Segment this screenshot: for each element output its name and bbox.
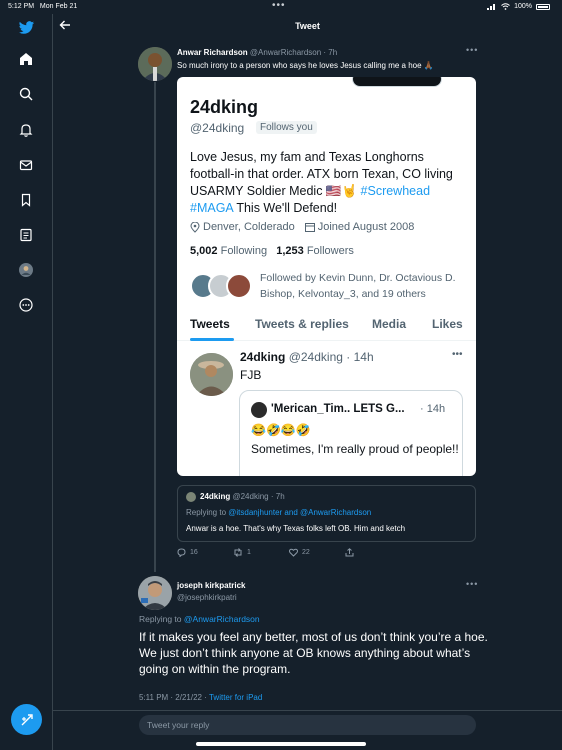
reply-count: 16 [190,549,198,556]
bookmarks-icon[interactable] [17,191,35,209]
author-name[interactable]: Anwar Richardson [177,48,248,57]
reply-timestamp: 5:11 PM · 2/21/22 · Twitter for iPad [139,693,263,702]
sidebar [0,14,53,750]
messages-mail-icon[interactable] [17,156,35,174]
reply-icon [177,548,186,557]
inner-tweet-author-line: 24dking @24dking · 14h [240,350,374,364]
like-action[interactable]: 22 [289,548,310,557]
reply-author-handle[interactable]: @josephkirkpatri [177,593,237,602]
retweet-count: 1 [247,549,251,556]
more-options-icon[interactable] [17,296,35,314]
quoted-author-name: 'Merican_Tim.. LETS G... [271,403,405,415]
tab-likes: Likes [432,317,463,331]
follower-avatar-3 [226,273,252,299]
multitasking-dots[interactable]: ••• [272,0,286,11]
explore-search-icon[interactable] [17,85,35,103]
location-icon [190,221,200,233]
avatar-joseph[interactable] [138,576,172,610]
heart-icon [289,548,298,557]
lists-icon[interactable] [17,226,35,244]
reply-author-name[interactable]: joseph kirkpatrick [177,581,245,590]
compose-tweet-button[interactable] [11,704,42,735]
tab-tweets-replies: Tweets & replies [255,317,349,331]
battery-percent: 100% [514,3,532,10]
thread-connector-line [154,82,156,572]
tweet-text: So much irony to a person who says he lo… [177,61,434,70]
inner-tweet-more-icon: ••• [452,349,463,360]
screenshot-bio: Love Jesus, my fam and Texas Longhorns f… [190,150,453,215]
share-icon [345,548,354,557]
profile-location: Denver, Colderado [203,221,295,233]
tweet-reply-input[interactable]: Tweet your reply [139,715,476,735]
calendar-icon [304,223,315,232]
twitter-logo-icon[interactable] [17,19,35,37]
active-tab-indicator [190,338,234,341]
home-indicator[interactable] [196,742,366,746]
quoted-author-avatar [186,492,196,502]
share-action[interactable] [345,548,354,557]
tab-media: Media [372,317,407,331]
screenshot-follow-stats: 5,002 Following 1,253 Followers [190,245,354,257]
tab-tweets: Tweets [190,317,230,331]
tweet-actions: 16 1 22 [177,548,477,560]
screenshot-profile-tabs: Tweets Tweets & replies Media Likes [177,315,476,341]
replying-to-user-link[interactable]: @AnwarRichardson [184,614,260,624]
quoted-emoji: 😂🤣😂🤣 [251,423,311,437]
status-time: 5:12 PM Mon Feb 21 [8,3,78,10]
quoted-author-line: 24dking @24dking · 7h [200,492,285,501]
retweet-icon [234,548,242,557]
reply-action[interactable]: 16 [177,548,198,557]
reply-text: If it makes you feel any better, most of… [139,630,488,676]
quoted-text: Anwar is a hoe. That's why Texas folks l… [186,524,406,533]
reply-more-icon[interactable]: ••• [466,579,478,589]
status-bar: 5:12 PM Mon Feb 21 ••• 100% [0,0,562,14]
profile-avatar-icon[interactable] [17,261,35,279]
battery-icon [536,3,550,10]
inner-tweet-avatar [190,353,233,396]
top-bar: Tweet [53,14,562,40]
quoted-tweet-card[interactable]: 24dking @24dking · 7h Replying to @itsda… [177,485,476,542]
tweet-source-link[interactable]: Twitter for iPad [209,693,262,702]
home-icon[interactable] [17,50,35,68]
inner-tweet-text: FJB [240,368,262,382]
signal-icon [487,4,496,10]
tweet-author-line: Anwar Richardson @AnwarRichardson · 7h [177,48,337,57]
wifi-icon [501,3,510,10]
tweet-time: · 7h [323,48,338,57]
quoted-avatar [251,402,267,418]
retweet-action[interactable]: 1 [233,548,251,557]
status-right: 100% [487,3,550,10]
screenshot-profile-name: 24dking [190,97,259,117]
screenshot-profile-meta: Denver, Colderado Joined August 2008 [190,221,414,233]
reply-replying-to: Replying to @AnwarRichardson [139,614,260,624]
quoted-replying-to: Replying to @itsdanjhunter and @AnwarRic… [186,508,372,517]
screenshot-follow-button [352,77,442,87]
screenshot-profile-handle: @24dking [190,121,245,135]
like-count: 22 [302,549,310,556]
notifications-bell-icon[interactable] [17,121,35,139]
tweet-more-icon[interactable]: ••• [466,45,478,55]
author-handle[interactable]: @AnwarRichardson [250,48,321,57]
followed-by-text: Followed by Kevin Dunn, Dr. Octavious D.… [260,272,456,300]
avatar-anwar[interactable] [138,47,172,81]
follows-you-badge: Follows you [256,121,317,134]
quoted-text: Sometimes, I'm really proud of people!! [251,442,459,456]
reply-divider [53,710,562,711]
compose-feather-icon [21,713,33,725]
inner-quoted-tweet: 'Merican_Tim.. LETS G... · 14h 😂🤣😂🤣 Some… [239,390,463,476]
page-title: Tweet [295,21,320,31]
quoted-time: · 14h [420,403,446,415]
attached-screenshot-image[interactable]: 24dking @24dking Follows you Love Jesus,… [177,77,476,476]
profile-joined: Joined August 2008 [317,221,415,233]
